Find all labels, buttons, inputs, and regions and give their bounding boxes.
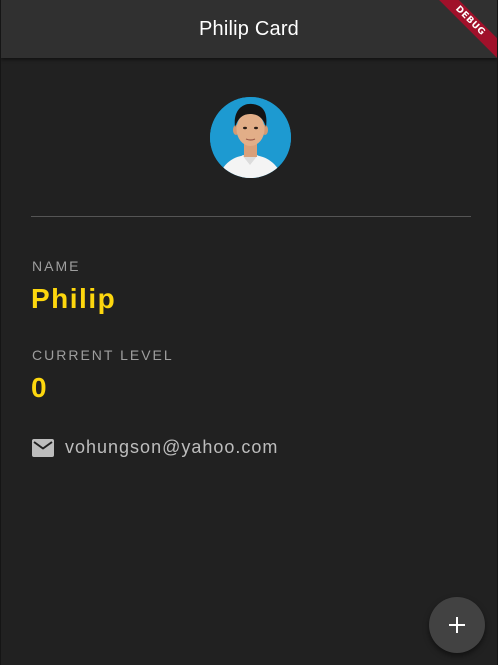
email-text: vohungson@yahoo.com	[65, 437, 279, 457]
app-bar: Philip Card	[1, 0, 497, 58]
avatar	[210, 97, 291, 178]
app-title: Philip Card	[198, 17, 300, 40]
email-row: vohungson@yahoo.com	[32, 437, 278, 458]
app-screen: Philip Card DEBUG NAME Philip CURRENT LE…	[0, 0, 498, 665]
plus-icon	[449, 617, 465, 633]
section-divider	[31, 216, 471, 217]
name-label: NAME	[32, 258, 81, 274]
level-value: 0	[31, 372, 49, 403]
mail-icon	[32, 438, 54, 457]
add-button[interactable]	[429, 597, 485, 653]
profile-photo-icon	[210, 97, 291, 178]
level-label: CURRENT LEVEL	[32, 347, 174, 363]
name-value: Philip	[31, 283, 117, 314]
